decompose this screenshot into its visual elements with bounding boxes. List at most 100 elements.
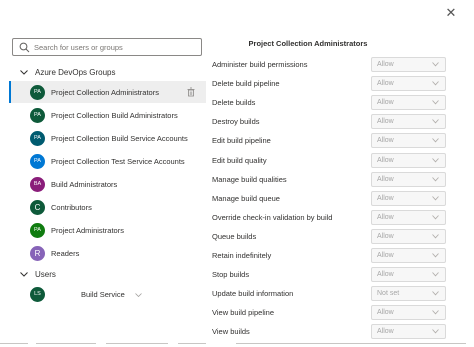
permission-dropdown[interactable]: Allow (371, 76, 446, 92)
chevron-down-icon (432, 214, 439, 220)
permission-value: Allow (377, 328, 394, 336)
permission-row: Administer build permissions Allow (208, 55, 466, 74)
search-box[interactable] (12, 38, 202, 56)
permission-name: Queue builds (212, 231, 257, 241)
permission-name: Delete build pipeline (212, 79, 280, 89)
permission-value: Allow (377, 309, 394, 317)
chevron-down-icon (432, 62, 439, 67)
list-item-group[interactable]: PA Project Administrators (9, 219, 206, 241)
chevron-down-icon (432, 291, 439, 296)
permissions-title: Project Collection Administrators (248, 39, 368, 48)
permission-dropdown[interactable]: Allow (371, 152, 446, 168)
group-label: Project Collection Build Administrators (51, 110, 178, 120)
permission-row: Manage build qualities Allow (208, 170, 466, 189)
list-item-group[interactable]: BA Build Administrators (9, 173, 206, 195)
search-icon (19, 42, 30, 53)
permission-name: Update build information (212, 289, 294, 299)
permission-dropdown[interactable]: Allow (371, 133, 446, 149)
chevron-down-icon (432, 253, 439, 258)
group-label: Readers (51, 248, 80, 258)
permission-row: Stop builds Allow (208, 265, 466, 284)
permission-value: Allow (377, 99, 394, 107)
permissions-pane: Project Collection Administrators Admini… (208, 30, 466, 342)
permission-row: Delete build pipeline Allow (208, 74, 466, 93)
permission-row: Delete builds Allow (208, 93, 466, 112)
chevron-down-icon (432, 176, 439, 182)
list-item-group[interactable]: PA Project Collection Build Service Accou… (9, 127, 206, 149)
permission-row: Edit build quality Allow (208, 151, 466, 170)
chevron-down-icon (432, 272, 439, 277)
permission-dropdown[interactable]: Allow (371, 324, 446, 340)
permission-dropdown[interactable]: Not set (371, 286, 446, 302)
list-item-group[interactable]: R Readers (9, 242, 206, 264)
group-label: Project Collection Test Service Accounts (51, 156, 185, 166)
permission-name: Manage build queue (212, 193, 280, 203)
avatar: PA (30, 107, 45, 123)
close-icon[interactable]: ✕ (444, 6, 458, 20)
permission-row: Manage build queue Allow (208, 189, 466, 208)
list-item-group[interactable]: C Contributors (9, 196, 206, 218)
bottom-scrollbar[interactable] (0, 341, 474, 347)
avatar: PA (30, 84, 45, 100)
search-input[interactable] (34, 42, 194, 52)
group-label: Build Administrators (51, 179, 118, 189)
permission-row: Override check-in validation by build All… (208, 208, 466, 227)
chevron-down-icon (432, 119, 439, 124)
permission-name: View build pipeline (212, 308, 274, 318)
groups-section-label: Azure DevOps Groups (35, 67, 116, 77)
permission-row: View build pipeline Allow (208, 303, 466, 322)
permission-value: Allow (377, 175, 394, 183)
permission-name: Retain indefinitely (212, 251, 272, 260)
list-item-group[interactable]: PA Project Collection Administrators (9, 81, 206, 103)
permission-value: Allow (377, 194, 394, 202)
chevron-down-icon (19, 271, 29, 277)
permission-value: Allow (377, 271, 394, 279)
list-item-user[interactable]: LS Build Service (9, 283, 206, 305)
identity-list-pane: Azure DevOps Groups PA Project Collection… (0, 30, 207, 342)
permission-value: Allow (377, 61, 394, 68)
permission-row: Destroy builds Allow (208, 112, 466, 131)
permission-value: Allow (377, 232, 394, 240)
permission-dropdown[interactable]: Allow (371, 209, 446, 225)
permission-dropdown[interactable]: Allow (371, 95, 446, 111)
chevron-down-icon (432, 100, 439, 105)
permission-value: Allow (377, 213, 394, 221)
permission-name: Delete builds (212, 98, 256, 108)
chevron-down-icon (432, 195, 439, 201)
permission-dropdown[interactable]: Allow (371, 228, 446, 244)
permission-value: Allow (377, 118, 394, 126)
group-label: Project Collection Build Service Account… (51, 133, 188, 143)
permission-name: Manage build qualities (212, 174, 287, 184)
permission-dropdown[interactable]: Allow (371, 190, 446, 206)
permission-row: Queue builds Allow (208, 227, 466, 246)
permission-value: Allow (377, 156, 394, 164)
groups-section-header[interactable]: Azure DevOps Groups (0, 63, 115, 81)
permission-dropdown[interactable]: Allow (371, 267, 446, 283)
permission-dropdown[interactable]: Allow (371, 305, 446, 321)
permission-row: Update build information Not set (208, 284, 466, 303)
permission-dropdown[interactable]: Allow (371, 248, 446, 263)
permission-name: Override check-in validation by build (212, 212, 333, 222)
group-label: Project Collection Administrators (51, 87, 159, 97)
list-item-group[interactable]: PA Project Collection Build Administrator… (9, 104, 206, 126)
permission-dropdown[interactable]: Allow (371, 171, 446, 187)
permission-dropdown[interactable]: Allow (371, 57, 446, 72)
permission-name: Administer build permissions (212, 60, 308, 69)
chevron-down-icon (432, 329, 439, 334)
list-item-group[interactable]: PA Project Collection Test Service Accoun… (9, 150, 206, 172)
chevron-down-icon (432, 138, 439, 143)
group-label: Project Administrators (51, 225, 124, 235)
permission-row: Retain indefinitely Allow (208, 246, 466, 265)
avatar: LS (30, 286, 45, 302)
trash-icon[interactable] (186, 87, 196, 97)
group-label: Contributors (51, 202, 92, 212)
chevron-down-icon (19, 69, 29, 75)
chevron-down-icon (134, 290, 142, 299)
permission-dropdown[interactable]: Allow (371, 114, 446, 130)
permission-value: Not set (377, 290, 400, 298)
permission-name: Destroy builds (212, 117, 260, 127)
permission-value: Allow (377, 137, 394, 145)
permission-name: Edit build quality (212, 155, 267, 165)
users-section-header[interactable]: Users (0, 265, 56, 283)
user-label: Build Service (81, 289, 125, 299)
